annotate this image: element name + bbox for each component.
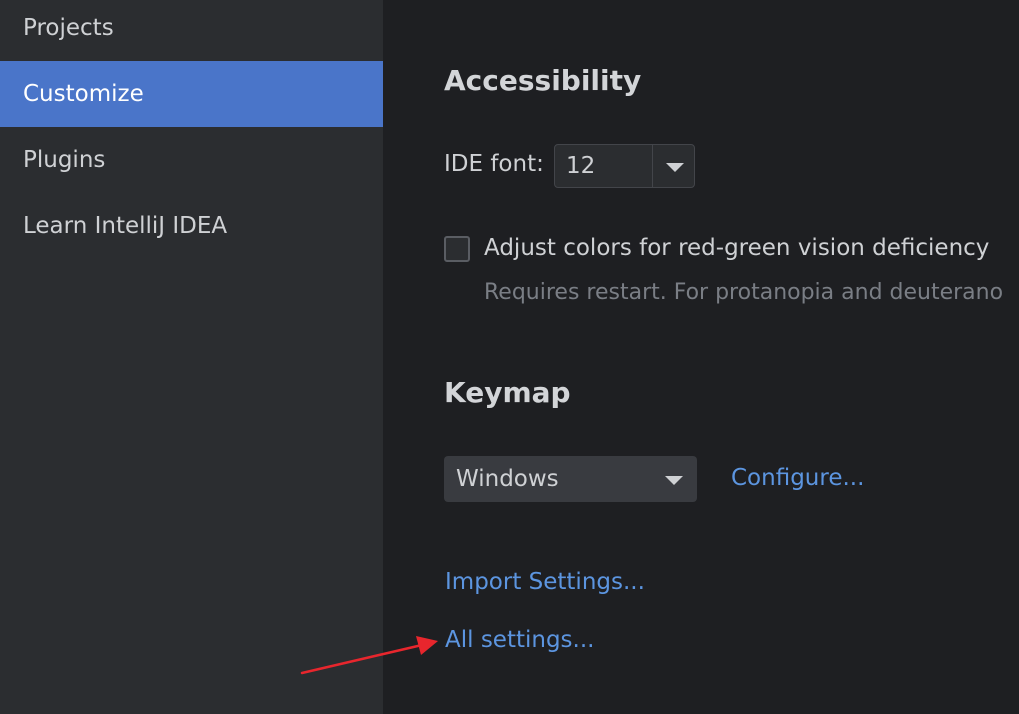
keymap-value: Windows: [456, 466, 559, 492]
keymap-select[interactable]: Windows: [444, 456, 697, 502]
sidebar-item-learn[interactable]: Learn IntelliJ IDEA: [0, 193, 383, 259]
sidebar: Projects Customize Plugins Learn Intelli…: [0, 0, 383, 714]
combo-divider: [652, 145, 653, 187]
color-adjust-hint: Requires restart. For protanopia and deu…: [484, 280, 1004, 305]
ide-font-select[interactable]: 12: [554, 144, 695, 188]
sidebar-item-projects[interactable]: Projects: [0, 0, 383, 61]
chevron-down-icon[interactable]: [665, 476, 683, 485]
all-settings-link[interactable]: All settings...: [445, 627, 594, 653]
accessibility-title: Accessibility: [444, 64, 642, 97]
sidebar-item-plugins[interactable]: Plugins: [0, 127, 383, 193]
configure-keymap-link[interactable]: Configure...: [731, 465, 864, 491]
keymap-title: Keymap: [444, 376, 571, 409]
chevron-down-icon[interactable]: [666, 163, 684, 172]
sidebar-item-customize[interactable]: Customize: [0, 61, 383, 127]
ide-font-label: IDE font:: [444, 151, 544, 177]
customize-screen: Projects Customize Plugins Learn Intelli…: [0, 0, 1019, 714]
customize-panel: Accessibility IDE font: 12 Adjust colors…: [383, 0, 1019, 714]
color-adjust-label[interactable]: Adjust colors for red-green vision defic…: [484, 235, 989, 261]
import-settings-link[interactable]: Import Settings...: [445, 569, 645, 595]
color-adjust-checkbox[interactable]: [444, 236, 470, 262]
ide-font-value: 12: [566, 153, 596, 179]
